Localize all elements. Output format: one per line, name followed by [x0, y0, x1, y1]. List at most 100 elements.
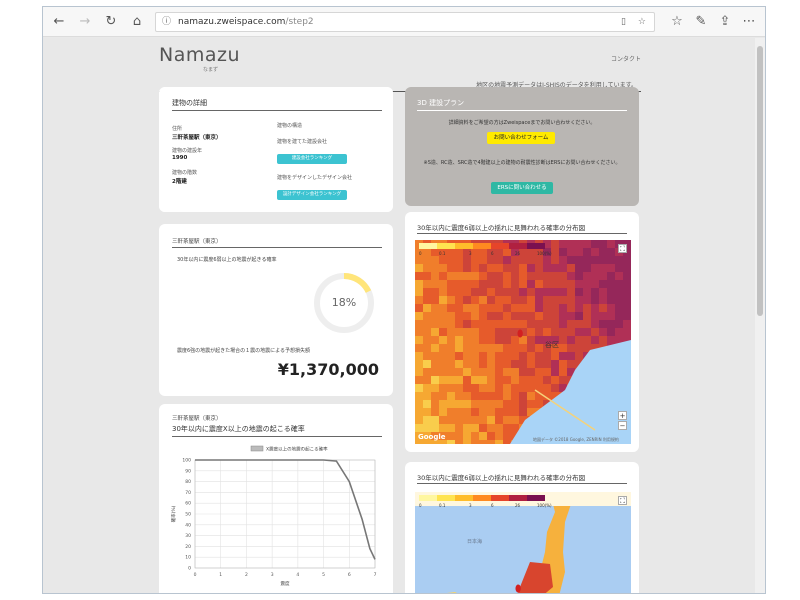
loss-label: 震度6強の地震が起きた場合の１震の地震による予想損失額	[177, 348, 311, 354]
forward-icon[interactable]: →	[75, 12, 95, 32]
legend-tick: 3	[469, 251, 472, 256]
page-scrollbar[interactable]	[755, 38, 765, 593]
legend-swatch	[250, 445, 264, 452]
y-axis-label: 確率(%)	[170, 505, 177, 522]
zoom-in-button[interactable]: +	[618, 411, 627, 420]
home-icon[interactable]: ⌂	[127, 12, 147, 32]
y-tick-label: 80	[185, 479, 191, 485]
legend-tick: 0	[419, 251, 422, 256]
y-tick-label: 90	[185, 468, 191, 474]
quake-probability-chart: 0 10 20 30 40 50 60 70 80 90 100 0 1 2 3 4 5 6 7 X震度以上の地震の起…	[170, 445, 377, 588]
legend-tick: 6	[491, 503, 494, 508]
plan-3d-title: 3D 建設プラン	[417, 99, 465, 107]
building-details: 建物の詳細 住所 三軒茶屋駅（東京） 建物の建設年 1990 建物の階数 2階建…	[159, 87, 393, 212]
refresh-icon[interactable]: ↻	[101, 12, 121, 32]
y-tick-label: 50	[185, 512, 191, 518]
back-icon[interactable]: ←	[49, 12, 69, 32]
structure-label: 建物の構造	[277, 123, 303, 129]
x-tick-label: 2	[245, 572, 248, 578]
plan-3d-text: 詳細資料をご希望の方はZweispaceまでお問い合わせください。	[448, 120, 596, 126]
probability-percent: 18%	[331, 296, 357, 309]
y-tick-label: 100	[182, 458, 191, 464]
address-value: 三軒茶屋駅（東京）	[172, 135, 222, 141]
map-attribution[interactable]: 地図データ ©2018 Google, ZENRIN 利用規約	[533, 437, 619, 443]
legend-label: X震度以上の地震の起こる確率	[266, 446, 328, 453]
share-icon[interactable]: ⇪	[715, 12, 735, 32]
browser-window: ← → ↻ ⌂ ⓘ namazu.zweispace.com/step2 ▯ ☆…	[42, 6, 766, 594]
seismic-map-2[interactable]: ⛶ 日本海 ⬮ 0 0.1 3 6 26 100(%)	[415, 492, 631, 593]
google-logo: Google	[418, 433, 446, 441]
ers-contact-button[interactable]: ERSに問い合わせる	[491, 182, 553, 194]
building-title: 建物の詳細	[172, 99, 207, 107]
contact-form-button[interactable]: お問い合わせフォーム	[487, 132, 555, 144]
url-path: /step2	[285, 17, 314, 27]
x-tick-label: 6	[348, 572, 351, 578]
legend-tick: 26	[515, 503, 521, 508]
map1-title: 30年以内に震度6弱以上の揺れに見舞われる確率の分布図	[417, 224, 586, 232]
x-tick-label: 5	[322, 572, 325, 578]
reading-view-icon[interactable]: ▯	[621, 13, 626, 31]
x-axis-label: 震度	[281, 580, 290, 587]
y-tick-label: 70	[185, 490, 191, 496]
legend-tick: 6	[491, 251, 494, 256]
builder-label: 建物を建てた建設会社	[277, 139, 328, 145]
y-tick-label: 0	[188, 566, 191, 572]
browser-toolbar: ← → ↻ ⌂ ⓘ namazu.zweispace.com/step2 ▯ ☆…	[43, 7, 765, 37]
x-tick-label: 4	[296, 572, 299, 578]
series-line	[195, 459, 376, 560]
legend-tick: 100(%)	[537, 251, 552, 256]
map2-title: 30年以内に震度6弱以上の揺れに見舞われる確率の分布図	[417, 474, 586, 482]
scroll-thumb[interactable]	[757, 46, 763, 316]
address-bar[interactable]: ⓘ namazu.zweispace.com/step2 ▯ ☆	[155, 12, 655, 32]
loss-value: ¥1,370,000	[277, 360, 379, 379]
year-label: 建物の建設年	[172, 148, 203, 154]
designer-ranking-button[interactable]: 設計デザイン会社ランキング	[277, 190, 347, 200]
x-tick-label: 1	[219, 572, 222, 578]
designer-label: 建物をデザインしたデザイン会社	[277, 175, 353, 181]
year-value: 1990	[172, 155, 188, 161]
fullscreen-icon[interactable]: ⛶	[618, 496, 627, 505]
legend-tick: 3	[469, 503, 472, 508]
notes-icon[interactable]: ✎	[691, 12, 711, 32]
loss-estimate-card: 三軒茶屋駅（東京） 30年以内に震度6弱以上の地震が起きる確率 18% 震度6強…	[159, 224, 393, 396]
builder-ranking-button[interactable]: 建設会社ランキング	[277, 154, 347, 164]
seismic-map-card-1: 30年以内に震度6弱以上の揺れに見舞われる確率の分布図 ⛶ + − Google…	[405, 212, 639, 452]
floors-value: 2階建	[172, 179, 187, 185]
page-content: Namazu なまず コンタクト 地区の地震予測データはJ-SHISのデータを利…	[43, 38, 757, 593]
location-pin-icon[interactable]: ⬮	[515, 584, 521, 593]
legend-tick: 100(%)	[537, 503, 552, 508]
location-pin-icon[interactable]: ⬮	[517, 329, 523, 340]
legend-tick: 26	[515, 251, 521, 256]
info-icon[interactable]: ⓘ	[162, 13, 171, 31]
y-tick-label: 40	[185, 522, 191, 528]
x-tick-label: 0	[194, 572, 197, 578]
plan-3d-card: 3D 建設プラン 詳細資料をご希望の方はZweispaceまでお問い合わせくださ…	[405, 87, 639, 206]
district-label: 谷区	[545, 341, 559, 349]
favorite-star-icon[interactable]: ☆	[638, 13, 646, 31]
y-tick-label: 30	[185, 533, 191, 539]
x-tick-label: 7	[374, 572, 377, 578]
seismic-map-1[interactable]: ⛶ + − Google 地図データ ©2018 Google, ZENRIN …	[415, 240, 631, 444]
seismic-map-card-2: 30年以内に震度6弱以上の揺れに見舞われる確率の分布図 ⛶ 日本海 ⬮ 0 0.…	[405, 462, 639, 593]
quake-probability-chart-card: 三軒茶屋駅（東京） 30年以内に震度X以上の地震の起こる確率 0 10 20 30 40…	[159, 404, 393, 593]
legend-tick: 0	[419, 503, 422, 508]
logo-subtitle: なまず	[203, 67, 219, 73]
favorites-icon[interactable]: ☆	[667, 12, 687, 32]
contact-link[interactable]: コンタクト	[611, 54, 641, 63]
more-icon[interactable]: ⋯	[739, 12, 759, 32]
url-host: namazu.zweispace.com	[178, 17, 286, 27]
sea-label: 日本海	[467, 539, 483, 545]
y-tick-label: 20	[185, 544, 191, 550]
loss-station: 三軒茶屋駅（東京）	[172, 239, 222, 245]
chart-title: 30年以内に震度X以上の地震の起こる確率	[172, 425, 305, 433]
logo[interactable]: Namazu	[159, 44, 240, 66]
zoom-out-button[interactable]: −	[618, 421, 627, 430]
legend-tick: 0.1	[439, 503, 446, 508]
floors-label: 建物の階数	[172, 170, 198, 176]
probability-label: 30年以内に震度6弱以上の地震が起きる確率	[177, 257, 277, 263]
ers-note: ※S造、RC造、SRC造で4階建以上の建物の耐震性診断はERSにお問い合わせくだ…	[423, 160, 621, 166]
y-tick-label: 10	[185, 555, 191, 561]
y-tick-label: 60	[185, 501, 191, 507]
fullscreen-icon[interactable]: ⛶	[618, 244, 627, 253]
address-label: 住所	[172, 126, 183, 132]
